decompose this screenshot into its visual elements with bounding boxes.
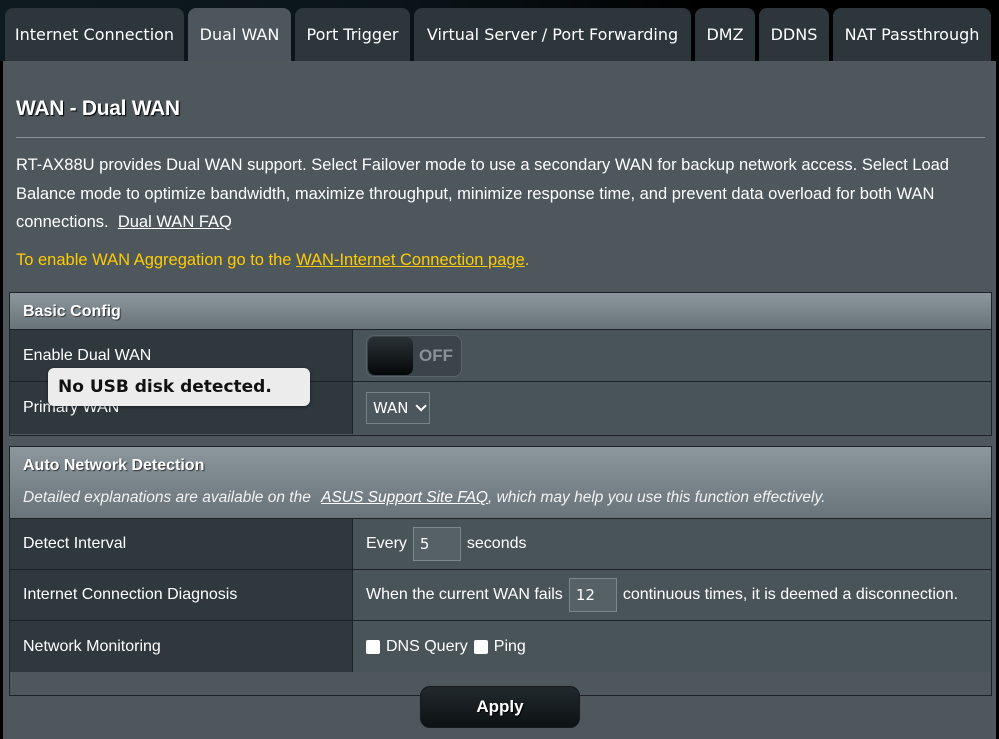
subtitle-text: Detailed explanations are available on t… [23, 489, 316, 506]
tab-bar: Internet Connection Dual WAN Port Trigge… [0, 0, 999, 61]
tab-ddns[interactable]: DDNS [759, 8, 829, 61]
auto-detection-subtitle: Detailed explanations are available on t… [23, 489, 991, 507]
tab-label: Port Trigger [306, 25, 399, 44]
dns-query-option[interactable]: DNS Query [366, 638, 468, 656]
diagnosis-suffix: continuous times, it is deemed a disconn… [622, 586, 959, 603]
tab-label: NAT Passthrough [844, 25, 980, 44]
notice-text: To enable WAN Aggregation go to the [16, 251, 297, 269]
network-monitoring-cell: DNS Query Ping [353, 621, 991, 672]
tab-label: DMZ [706, 25, 744, 44]
ping-checkbox[interactable] [473, 639, 488, 654]
notice-suffix: . [524, 251, 530, 269]
detect-interval-suffix: seconds [466, 535, 527, 552]
tab-virtual-server[interactable]: Virtual Server / Port Forwarding [414, 8, 691, 61]
auto-detection-header: Auto Network Detection Detailed explanat… [10, 447, 991, 519]
no-usb-tooltip: No USB disk detected. [48, 368, 310, 406]
detect-interval-input[interactable] [412, 527, 461, 561]
aggregation-notice: To enable WAN Aggregation go to the WAN-… [16, 251, 529, 270]
diagnosis-prefix: When the current WAN fails [366, 586, 563, 603]
subtitle-suffix: , which may help you use this function e… [487, 489, 826, 506]
wan-internet-connection-link[interactable]: WAN-Internet Connection page [296, 251, 525, 269]
network-monitoring-label: Network Monitoring [10, 621, 353, 672]
tab-label: DDNS [770, 25, 818, 44]
diagnosis-label: Internet Connection Diagnosis [10, 570, 353, 620]
tab-label: Internet Connection [14, 25, 175, 44]
detect-interval-cell: Every seconds [353, 519, 991, 569]
dns-query-label: DNS Query [386, 637, 468, 655]
diagnosis-fail-count-input[interactable] [568, 578, 617, 612]
auto-detection-title: Auto Network Detection [23, 457, 205, 474]
tab-nat-passthrough[interactable]: NAT Passthrough [833, 8, 991, 61]
select-value: WAN [373, 399, 409, 417]
basic-config-header: Basic Config [10, 293, 991, 330]
primary-wan-select[interactable]: WAN [366, 392, 430, 424]
tab-label: Virtual Server / Port Forwarding [426, 25, 679, 44]
table-row: Detect Interval Every seconds [10, 519, 991, 570]
apply-button[interactable]: Apply [420, 686, 580, 728]
ping-option[interactable]: Ping [473, 637, 526, 656]
tab-label: Dual WAN [199, 25, 280, 44]
page-title: WAN - Dual WAN [16, 97, 180, 120]
ping-label: Ping [493, 637, 526, 655]
table-row: Network Monitoring DNS Query Ping [10, 621, 991, 672]
title-divider [16, 137, 985, 138]
primary-wan-cell: WAN [353, 382, 991, 434]
page-description: RT-AX88U provides Dual WAN support. Sele… [16, 151, 986, 237]
basic-config-table: Basic Config Enable Dual WAN OFF Primary… [9, 292, 992, 436]
detect-interval-prefix: Every [366, 535, 407, 552]
enable-dual-wan-cell: OFF [353, 330, 991, 381]
auto-network-detection-table: Auto Network Detection Detailed explanat… [9, 446, 992, 696]
dns-query-checkbox[interactable] [366, 639, 380, 654]
tab-dual-wan[interactable]: Dual WAN [188, 8, 291, 61]
enable-dual-wan-toggle[interactable]: OFF [366, 334, 462, 377]
table-row: Internet Connection Diagnosis When the c… [10, 570, 991, 621]
toggle-state: OFF [419, 345, 453, 365]
diagnosis-cell: When the current WAN fails continuous ti… [353, 570, 991, 620]
chevron-down-icon [414, 400, 427, 412]
tab-internet-connection[interactable]: Internet Connection [5, 8, 184, 61]
tab-dmz[interactable]: DMZ [695, 8, 755, 61]
asus-support-faq-link[interactable]: ASUS Support Site FAQ [321, 489, 488, 506]
dual-wan-faq-link[interactable]: Dual WAN FAQ [118, 213, 232, 231]
toggle-knob [368, 336, 413, 375]
tab-port-trigger[interactable]: Port Trigger [295, 8, 410, 61]
detect-interval-label: Detect Interval [10, 519, 353, 569]
